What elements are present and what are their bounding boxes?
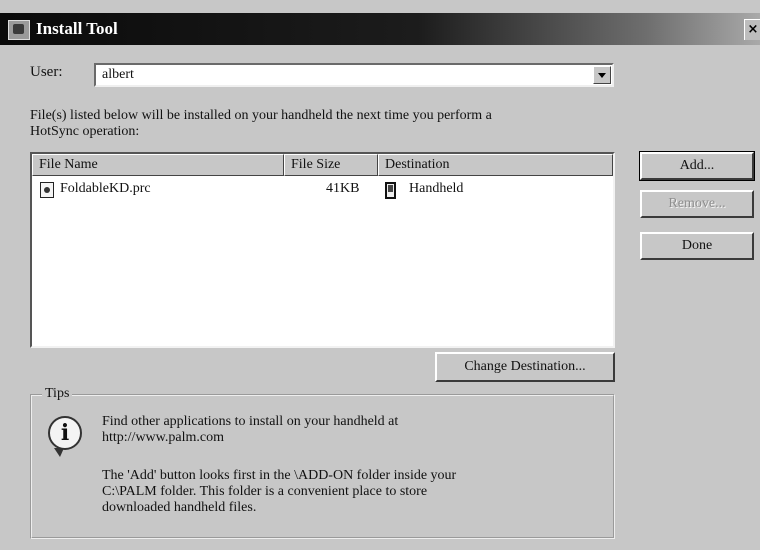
file-name-cell: FoldableKD.prc [60, 181, 151, 196]
close-button[interactable]: × [744, 19, 760, 40]
user-select[interactable]: albert [94, 63, 614, 87]
tip-line-4: C:\PALM folder. This folder is a conveni… [102, 484, 428, 499]
window-title: Install Tool [36, 19, 118, 38]
chevron-down-icon[interactable] [593, 66, 611, 84]
tip-line-5: downloaded handheld files. [102, 500, 257, 515]
tips-group: Tips i Find other applications to instal… [30, 386, 615, 539]
file-list[interactable]: File Name File Size Destination Foldable… [30, 152, 615, 348]
column-file-name[interactable]: File Name [32, 154, 284, 176]
install-tool-window: Install Tool × User: albert File(s) list… [0, 0, 760, 550]
install-tool-icon [8, 20, 30, 40]
tips-legend: Tips [42, 386, 73, 402]
handheld-icon [385, 182, 396, 199]
destination-cell: Handheld [409, 181, 464, 196]
column-file-size[interactable]: File Size [284, 154, 378, 176]
add-button[interactable]: Add... [639, 151, 755, 181]
list-item[interactable]: FoldableKD.prc 41KB Handheld [32, 180, 613, 202]
tip-line-3: The 'Add' button looks first in the \ADD… [102, 468, 457, 483]
change-destination-button[interactable]: Change Destination... [435, 352, 615, 382]
prc-file-icon [40, 182, 54, 198]
info-icon: i [48, 416, 82, 457]
user-select-value: albert [102, 67, 134, 82]
remove-button[interactable]: Remove... [640, 190, 754, 218]
install-description: File(s) listed below will be installed o… [30, 108, 492, 139]
file-size-cell: 41KB [326, 181, 360, 196]
tip-line-2: http://www.palm.com [102, 430, 224, 445]
done-button[interactable]: Done [640, 232, 754, 260]
tip-line-1: Find other applications to install on yo… [102, 414, 399, 429]
user-label: User: [30, 64, 63, 80]
title-bar[interactable]: Install Tool × [0, 13, 760, 45]
column-destination[interactable]: Destination [378, 154, 613, 176]
